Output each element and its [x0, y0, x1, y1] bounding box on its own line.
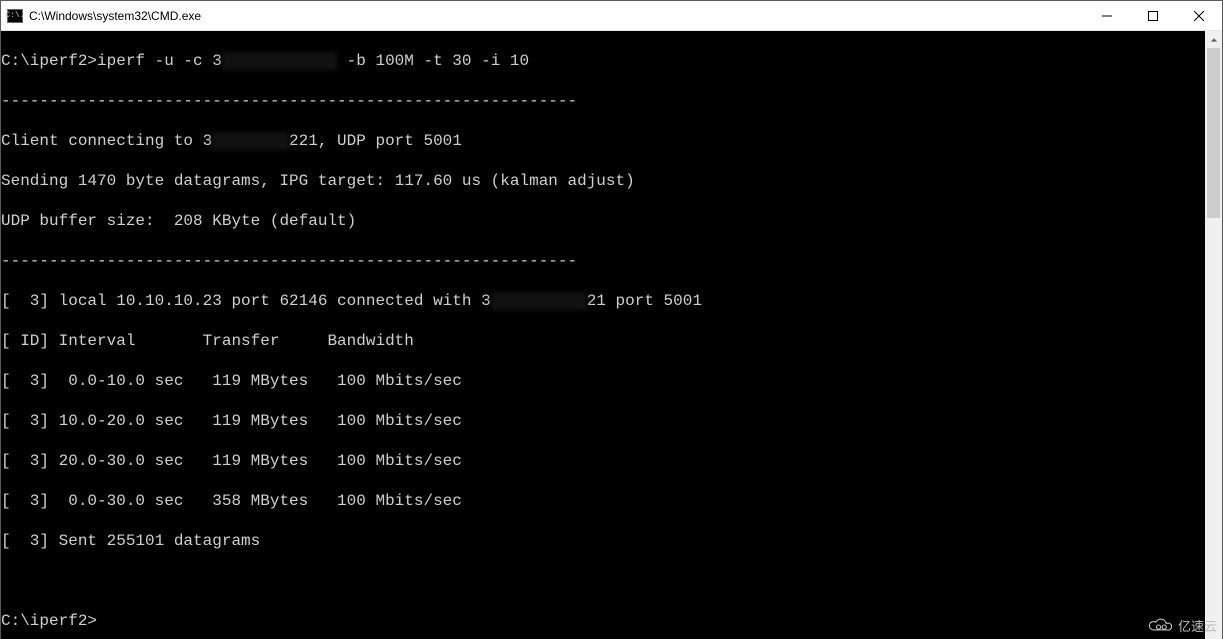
cmd-pre: iperf -u -c 3 — [97, 52, 222, 70]
vertical-scrollbar[interactable] — [1205, 31, 1222, 639]
scrollbar-track[interactable] — [1205, 48, 1222, 639]
maximize-button[interactable] — [1130, 1, 1176, 31]
window-title: C:\Windows\system32\CMD.exe — [29, 9, 201, 23]
local-line: [ 3] local 10.10.10.23 port 62146 connec… — [1, 291, 1205, 311]
local-post: 21 port 5001 — [587, 292, 702, 310]
connecting-line: Client connecting to 34 ███ ██221, UDP p… — [1, 131, 1205, 151]
sent-line: [ 3] Sent 255101 datagrams — [1, 531, 1205, 551]
table-row: [ 3] 0.0-10.0 sec 119 MBytes 100 Mbits/s… — [1, 371, 1205, 391]
close-button[interactable] — [1176, 1, 1222, 31]
app-icon: C:\. — [7, 9, 23, 23]
divider-line: ----------------------------------------… — [1, 91, 1205, 111]
minimize-button[interactable] — [1084, 1, 1130, 31]
terminal-output[interactable]: C:\iperf2>iperf -u -c 34 ███ ███ ██ -b 1… — [1, 31, 1205, 639]
local-pre: [ 3] local 10.10.10.23 port 62146 connec… — [1, 292, 491, 310]
table-row: [ 3] 20.0-30.0 sec 119 MBytes 100 Mbits/… — [1, 451, 1205, 471]
table-row: [ 3] 10.0-20.0 sec 119 MBytes 100 Mbits/… — [1, 411, 1205, 431]
client-area: C:\iperf2>iperf -u -c 34 ███ ███ ██ -b 1… — [1, 31, 1222, 639]
buffer-line: UDP buffer size: 208 KByte (default) — [1, 211, 1205, 231]
table-header: [ ID] Interval Transfer Bandwidth — [1, 331, 1205, 351]
prompt-line: C:\iperf2>iperf -u -c 34 ███ ███ ██ -b 1… — [1, 51, 1205, 71]
app-icon-text: C:\. — [5, 12, 24, 20]
prompt-idle: C:\iperf2> — [1, 611, 1205, 631]
local-redacted: 4 ██ ███ █ — [491, 292, 587, 310]
title-bar[interactable]: C:\. C:\Windows\system32\CMD.exe — [1, 1, 1222, 31]
maximize-icon — [1148, 11, 1158, 21]
prompt-path: C:\iperf2> — [1, 52, 97, 70]
connecting-pre: Client connecting to 3 — [1, 132, 212, 150]
cmd-post: -b 100M -t 30 -i 10 — [337, 52, 529, 70]
connecting-post: 221, UDP port 5001 — [289, 132, 462, 150]
scrollbar-thumb[interactable] — [1207, 48, 1220, 218]
minimize-icon — [1102, 11, 1112, 21]
chevron-up-icon — [1210, 36, 1218, 44]
scroll-up-button[interactable] — [1205, 31, 1222, 48]
blank-line — [1, 571, 1205, 591]
sending-line: Sending 1470 byte datagrams, IPG target:… — [1, 171, 1205, 191]
divider-line: ----------------------------------------… — [1, 251, 1205, 271]
cmd-redacted-ip: 4 ███ ███ ██ — [222, 52, 337, 70]
close-icon — [1194, 11, 1204, 21]
table-row: [ 3] 0.0-30.0 sec 358 MBytes 100 Mbits/s… — [1, 491, 1205, 511]
connecting-redacted: 4 ███ ██ — [212, 132, 289, 150]
cmd-window: C:\. C:\Windows\system32\CMD.exe C:\iper… — [0, 0, 1223, 639]
